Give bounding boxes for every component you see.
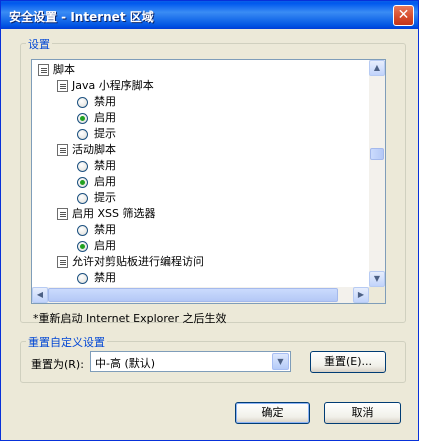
tree-category: 脚本: [38, 62, 75, 78]
scroll-down-icon[interactable]: ▼: [369, 271, 385, 287]
settings-doc-icon: [57, 256, 68, 268]
security-level-value: 中-高 (默认): [95, 357, 156, 370]
settings-tree: 脚本 Java 小程序脚本 禁用 启用 提示 活动脚本 禁用 启用 提示 启用 XSS 筛选器 禁用…: [32, 60, 369, 287]
ok-button[interactable]: 确定: [235, 402, 310, 424]
scroll-left-icon[interactable]: ◀: [32, 287, 48, 303]
radio-icon[interactable]: [77, 272, 88, 284]
reset-button[interactable]: 重置(E)...: [310, 351, 386, 373]
tree-option[interactable]: 提示: [77, 190, 116, 206]
restart-note: *重新启动 Internet Explorer 之后生效: [33, 312, 227, 325]
tree-item-label: Java 小程序脚本: [72, 79, 154, 92]
settings-doc-icon: [57, 144, 68, 156]
tree-item-label: 禁用: [94, 271, 116, 284]
tree-item-label: 启用 XSS 筛选器: [72, 207, 156, 220]
security-level-select[interactable]: 中-高 (默认) ▼: [90, 351, 291, 372]
tree-item-label: 活动脚本: [72, 143, 116, 156]
security-settings-dialog: 安全设置 - Internet 区域 ✕ 设置 脚本 Java 小程序脚本 禁用 启用…: [0, 0, 419, 441]
tree-category: 允许对剪贴板进行编程访问: [57, 254, 204, 270]
tree-option[interactable]: 启用: [77, 238, 116, 254]
tree-option[interactable]: 禁用: [77, 270, 116, 286]
tree-item-label: 禁用: [94, 223, 116, 236]
radio-selected-icon[interactable]: [77, 176, 88, 188]
vertical-scrollbar[interactable]: ▲ ▼: [369, 60, 385, 287]
tree-option[interactable]: 提示: [77, 126, 116, 142]
settings-doc-icon: [57, 80, 68, 92]
radio-icon[interactable]: [77, 224, 88, 236]
horizontal-scroll-thumb[interactable]: [48, 288, 338, 302]
tree-item-label: 禁用: [94, 95, 116, 108]
tree-item-label: 启用: [94, 239, 116, 252]
chevron-down-icon[interactable]: ▼: [272, 353, 289, 370]
tree-item-label: 启用: [94, 175, 116, 188]
radio-icon[interactable]: [77, 96, 88, 108]
tree-option[interactable]: 禁用: [77, 222, 116, 238]
tree-category: Java 小程序脚本: [57, 78, 154, 94]
vertical-scroll-thumb[interactable]: [370, 148, 384, 160]
tree-item-label: 启用: [94, 111, 116, 124]
tree-option[interactable]: 启用: [77, 110, 116, 126]
reset-group-label: 重置自定义设置: [26, 334, 107, 350]
tree-category: 启用 XSS 筛选器: [57, 206, 156, 222]
cancel-button[interactable]: 取消: [324, 402, 401, 424]
radio-icon[interactable]: [77, 160, 88, 172]
title-bar[interactable]: 安全设置 - Internet 区域 ✕: [1, 1, 418, 29]
settings-tree-list[interactable]: 脚本 Java 小程序脚本 禁用 启用 提示 活动脚本 禁用 启用 提示 启用 XSS 筛选器 禁用…: [31, 59, 386, 304]
scrollbar-corner: [369, 287, 385, 303]
radio-selected-icon[interactable]: [77, 240, 88, 252]
horizontal-scrollbar[interactable]: ◀ ▶: [32, 287, 369, 303]
settings-doc-icon: [57, 208, 68, 220]
radio-icon[interactable]: [77, 128, 88, 140]
tree-item-label: 允许对剪贴板进行编程访问: [72, 255, 204, 268]
tree-item-label: 脚本: [53, 63, 75, 76]
settings-group-label: 设置: [26, 36, 52, 52]
radio-selected-icon[interactable]: [77, 112, 88, 124]
reset-to-label: 重置为(R):: [31, 358, 84, 371]
tree-option[interactable]: 禁用: [77, 94, 116, 110]
tree-option[interactable]: 禁用: [77, 158, 116, 174]
tree-item-label: 提示: [94, 127, 116, 140]
settings-doc-icon: [38, 64, 49, 76]
tree-item-label: 提示: [94, 191, 116, 204]
close-icon[interactable]: ✕: [393, 5, 414, 26]
tree-category: 活动脚本: [57, 142, 116, 158]
scroll-right-icon[interactable]: ▶: [353, 287, 369, 303]
window-title: 安全设置 - Internet 区域: [9, 10, 154, 24]
tree-option[interactable]: 启用: [77, 174, 116, 190]
tree-item-label: 禁用: [94, 159, 116, 172]
radio-icon[interactable]: [77, 192, 88, 204]
scroll-up-icon[interactable]: ▲: [369, 60, 385, 76]
